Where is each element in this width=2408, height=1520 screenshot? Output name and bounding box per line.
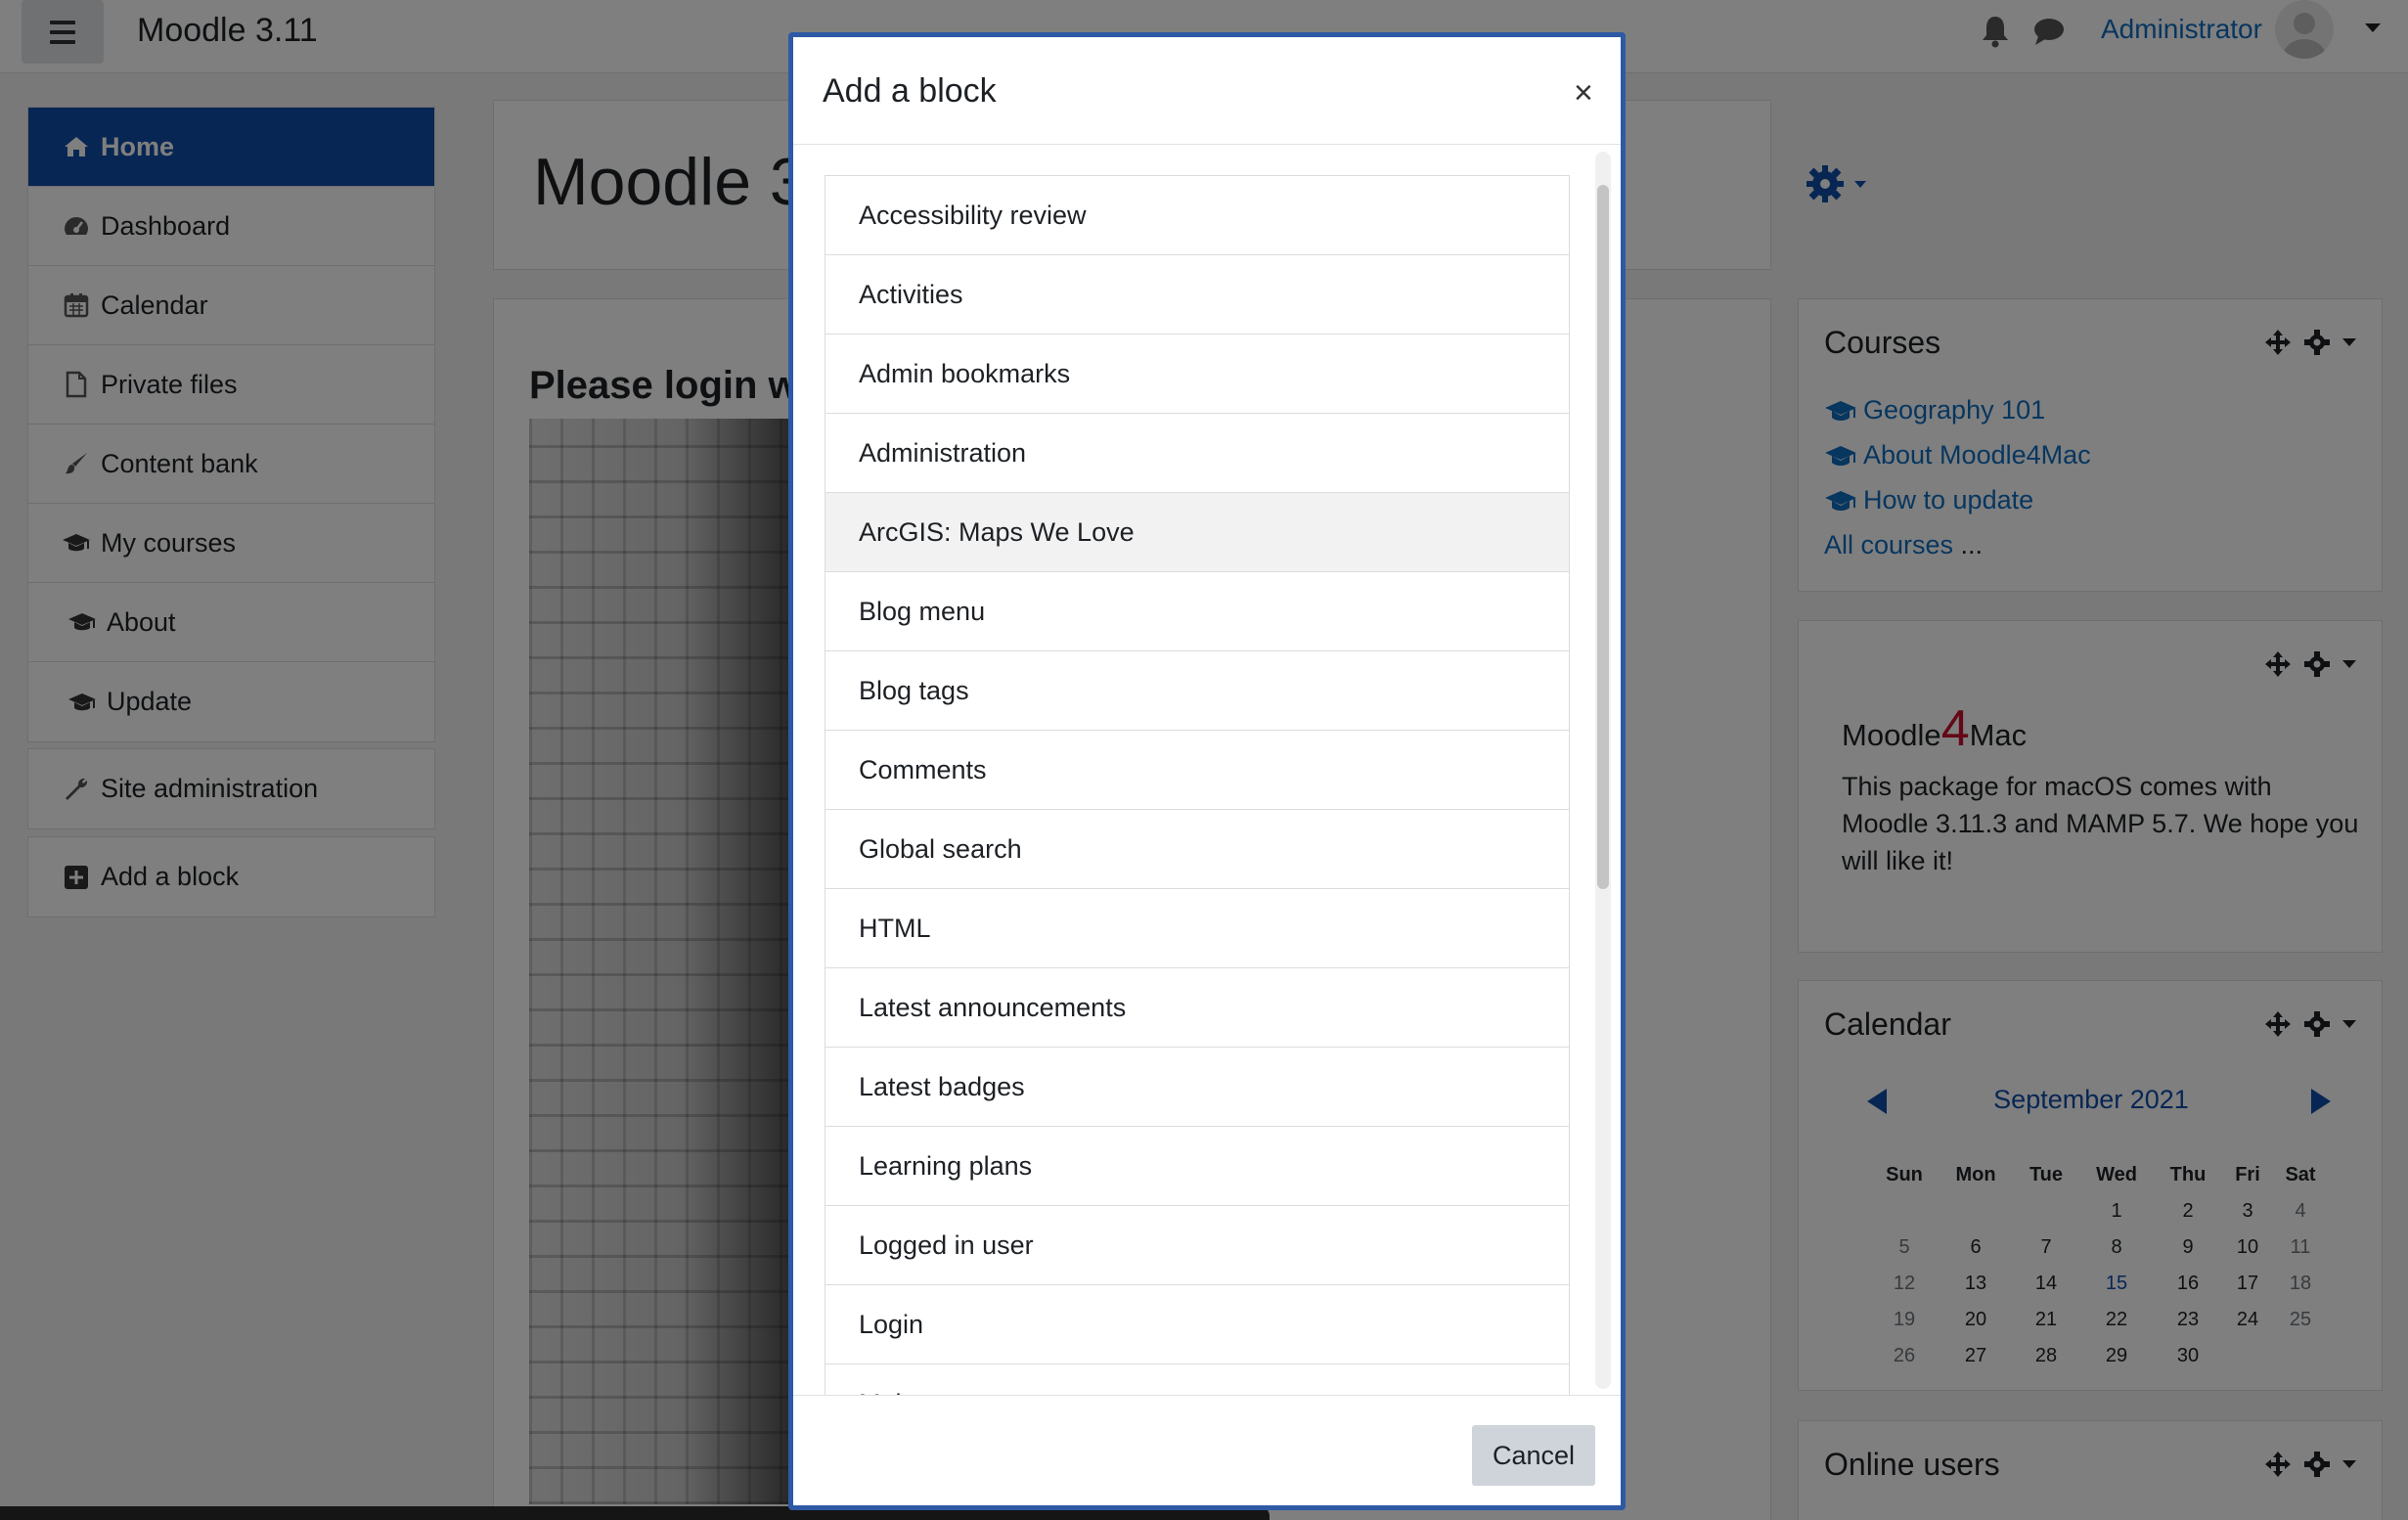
list-item[interactable]: HTML xyxy=(825,889,1569,968)
modal-footer: Cancel xyxy=(793,1395,1621,1505)
modal-header: Add a block × xyxy=(793,37,1621,145)
list-item[interactable]: Blog menu xyxy=(825,572,1569,651)
list-item[interactable]: Global search xyxy=(825,810,1569,889)
list-item[interactable]: Login xyxy=(825,1285,1569,1364)
list-item[interactable]: ArcGIS: Maps We Love xyxy=(825,493,1569,572)
list-item[interactable]: Comments xyxy=(825,731,1569,810)
list-item[interactable]: Administration xyxy=(825,414,1569,493)
cancel-button[interactable]: Cancel xyxy=(1472,1425,1595,1486)
list-item[interactable]: Latest badges xyxy=(825,1048,1569,1127)
close-icon[interactable]: × xyxy=(1574,76,1593,110)
add-block-modal: Add a block × Accessibility review Activi… xyxy=(788,32,1626,1510)
list-item[interactable]: Latest announcements xyxy=(825,968,1569,1048)
modal-body: Accessibility review Activities Admin book… xyxy=(793,146,1621,1395)
scrollbar-thumb[interactable] xyxy=(1597,185,1609,889)
list-item[interactable]: Accessibility review xyxy=(825,176,1569,255)
list-item[interactable]: Activities xyxy=(825,255,1569,335)
list-item[interactable]: Logged in user xyxy=(825,1206,1569,1285)
list-item[interactable]: Learning plans xyxy=(825,1127,1569,1206)
list-item[interactable]: Admin bookmarks xyxy=(825,335,1569,414)
list-item[interactable]: Main menu xyxy=(825,1364,1569,1395)
list-item[interactable]: Blog tags xyxy=(825,651,1569,731)
modal-title: Add a block xyxy=(823,72,997,110)
block-list: Accessibility review Activities Admin book… xyxy=(825,175,1570,1395)
